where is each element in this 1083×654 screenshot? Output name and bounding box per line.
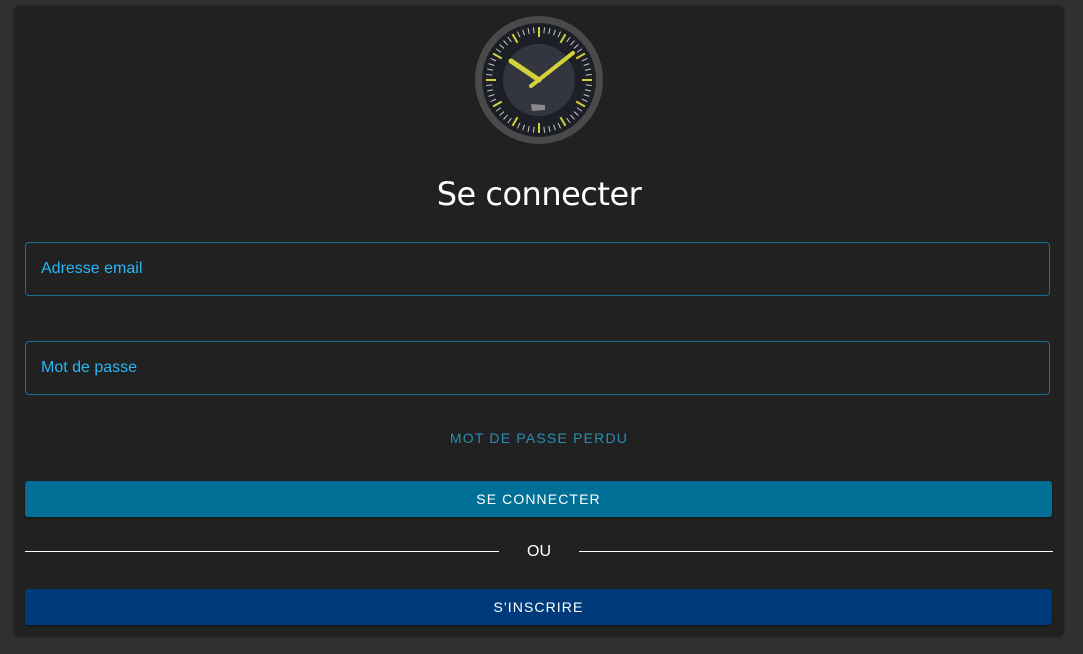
divider-line-left	[25, 551, 499, 552]
password-field-container	[25, 341, 1050, 395]
forgot-password-link[interactable]: MOT DE PASSE PERDU	[15, 430, 1063, 446]
register-button[interactable]: S'INSCRIRE	[25, 589, 1052, 625]
email-field-container	[25, 242, 1050, 296]
login-card: Se connecter MOT DE PASSE PERDU SE CONNE…	[15, 6, 1063, 635]
email-field[interactable]	[26, 243, 1049, 295]
divider-line-right	[579, 551, 1053, 552]
login-button[interactable]: SE CONNECTER	[25, 481, 1052, 517]
clock-icon	[475, 16, 603, 144]
page-title: Se connecter	[436, 175, 642, 213]
password-field[interactable]	[26, 342, 1049, 394]
divider-label: OU	[527, 543, 551, 560]
